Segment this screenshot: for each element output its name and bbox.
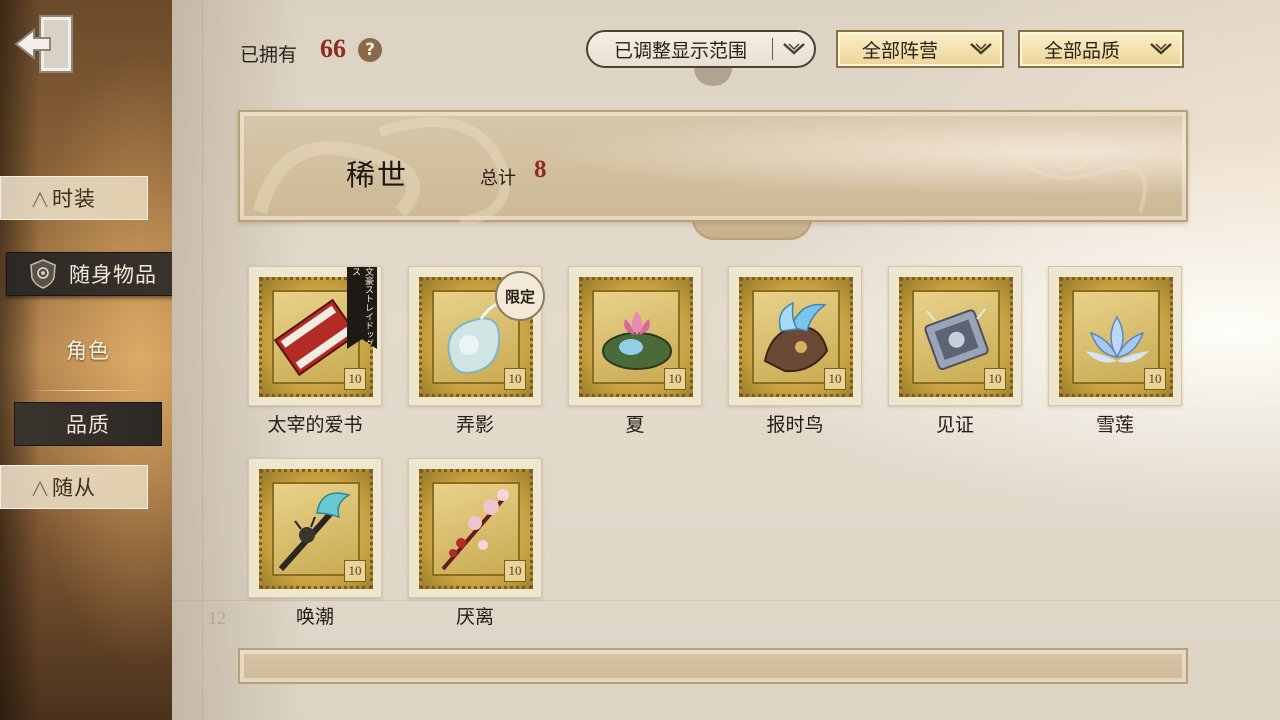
chevron-down-icon — [778, 36, 810, 62]
item-name: 报时鸟 — [766, 414, 824, 436]
collab-ribbon: 文豪ストレイドッグス — [347, 267, 377, 349]
tide-staff-icon — [278, 492, 351, 571]
item-card-nongying[interactable]: 10 限定 弄影 — [408, 266, 545, 436]
category-total-value: 8 — [534, 156, 547, 183]
stamp-frame: 10 — [248, 458, 382, 598]
paper-line — [202, 0, 203, 720]
range-filter-dropdown[interactable]: 已调整显示范围 — [586, 30, 816, 68]
camp-filter-dropdown[interactable]: 全部阵营 — [836, 30, 1004, 68]
chip-mark-icon — [32, 191, 48, 208]
category-total-label: 总计 — [480, 168, 516, 189]
sidebar-item-label: 时装 — [52, 187, 96, 211]
stamp-frame: 10 — [408, 458, 542, 598]
chevron-down-icon — [1150, 43, 1172, 55]
item-card-taizai-book[interactable]: 10 文豪ストレイドッグス 太宰的爱书 — [248, 266, 382, 436]
snow-lotus-icon — [1085, 315, 1149, 363]
item-name: 厌离 — [455, 606, 494, 628]
chip-mark-icon — [32, 480, 48, 497]
item-card-baoshiniao[interactable]: 10 报时鸟 — [728, 266, 862, 436]
item-name: 唤潮 — [295, 606, 334, 628]
sidebar-item-label: 随身物品 — [69, 263, 157, 287]
stamp-frame: 10 — [1048, 266, 1182, 406]
sidebar-item-quality[interactable]: 品质 — [14, 402, 162, 446]
item-card-jianzheng[interactable]: 10 见证 — [888, 266, 1022, 436]
exit-door-icon — [14, 15, 73, 73]
sidebar-divider — [24, 390, 152, 391]
collection-panel: 已拥有 66 ? 已调整显示范围 全部阵营 全部品质 稀世 总计 8 10 文豪… — [172, 0, 1280, 720]
stamp-frame: 10 — [888, 266, 1022, 406]
camp-filter-label: 全部阵营 — [862, 39, 939, 62]
sidebar-item-carry[interactable]: 随身物品 — [6, 252, 180, 296]
exit-button[interactable] — [14, 14, 82, 76]
item-card-yanli[interactable]: 10 厌离 — [408, 458, 542, 628]
dropdown-separator — [772, 38, 773, 60]
item-name: 雪莲 — [1095, 414, 1134, 436]
item-name: 太宰的爱书 — [267, 414, 363, 436]
silver-relic-icon — [924, 308, 989, 371]
mechanical-bird-icon — [763, 301, 829, 373]
quality-filter-dropdown[interactable]: 全部品质 — [1018, 30, 1184, 68]
sidebar-item-role[interactable]: 角色 — [20, 328, 156, 372]
quality-filter-label: 全部品质 — [1044, 39, 1121, 62]
next-category-banner — [238, 648, 1188, 684]
chevron-down-icon — [970, 43, 992, 55]
item-card-xia[interactable]: 10 夏 — [568, 266, 702, 436]
stamp-frame: 10 — [728, 266, 862, 406]
sidebar: 时装 随身物品 角色 品质 随从 — [0, 0, 180, 720]
sidebar-item-follower[interactable]: 随从 — [0, 465, 148, 509]
item-name: 见证 — [935, 414, 974, 436]
page-mark: 12 — [208, 608, 226, 628]
lotus-pond-icon — [602, 311, 672, 370]
category-title: 稀世 — [346, 158, 409, 192]
category-banner: 稀世 总计 8 — [238, 110, 1188, 224]
stamp-frame: 10 文豪ストレイドッグス — [248, 266, 382, 406]
owned-count: 66 — [320, 34, 346, 63]
owned-label: 已拥有 — [240, 44, 298, 66]
sidebar-item-label: 角色 — [66, 339, 110, 363]
item-name: 弄影 — [455, 414, 494, 436]
item-card-xuelian[interactable]: 10 雪莲 — [1048, 266, 1182, 436]
sidebar-item-label: 随从 — [52, 476, 96, 500]
stamp-frame: 10 — [568, 266, 702, 406]
limited-tag: 限定 — [495, 271, 545, 321]
item-card-huanchao[interactable]: 10 唤潮 — [248, 458, 382, 628]
dropdown-knob — [694, 68, 732, 86]
help-icon[interactable]: ? — [358, 38, 382, 62]
range-filter-label: 已调整显示范围 — [614, 39, 748, 62]
stamp-frame: 10 限定 — [408, 266, 545, 406]
shield-flower-icon — [27, 258, 59, 290]
blossom-branch-icon — [441, 489, 509, 571]
item-name: 夏 — [625, 414, 645, 436]
sidebar-item-label: 品质 — [66, 413, 110, 437]
sidebar-item-fashion[interactable]: 时装 — [0, 176, 148, 220]
